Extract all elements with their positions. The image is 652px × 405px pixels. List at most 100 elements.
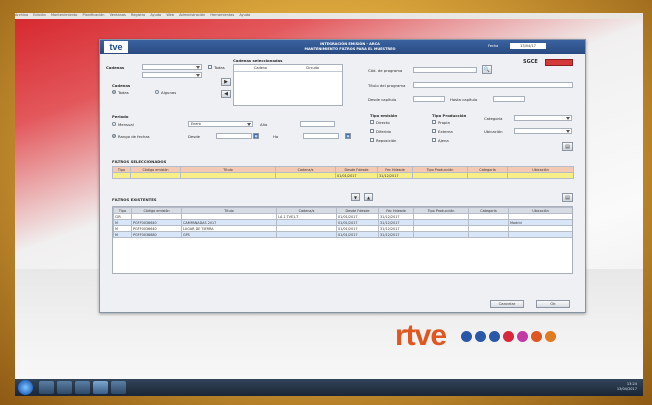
radio-todas-label: Todas <box>118 90 129 95</box>
hasta-capitulo-input[interactable] <box>493 96 525 102</box>
channel-24h-icon <box>489 331 500 342</box>
menu-item[interactable]: Mantenimiento <box>51 13 77 17</box>
table-cell <box>467 172 508 179</box>
directo-checkbox[interactable] <box>370 120 374 124</box>
cadenas-select-2[interactable] <box>142 72 202 78</box>
table-cell <box>112 172 131 179</box>
table-cell <box>130 172 181 179</box>
explorer-taskbar-icon[interactable] <box>57 381 72 394</box>
hasta-date-input[interactable] <box>303 133 339 139</box>
cod-programa-input[interactable] <box>413 67 477 73</box>
clan-icon <box>517 331 528 342</box>
cadenas-seleccionadas-list[interactable]: Cadena Circuito <box>233 64 343 106</box>
sgce-status-badge <box>545 59 573 66</box>
radio-algunas-label: Algunas <box>161 90 177 95</box>
table-cell <box>468 231 509 238</box>
desde-label: Desde <box>188 134 200 139</box>
categoria-select[interactable] <box>514 115 572 121</box>
reposicion-checkbox[interactable] <box>370 138 374 142</box>
titulo-programa-input[interactable] <box>413 82 573 88</box>
menu-item[interactable]: Ayuda <box>150 13 161 17</box>
add-cadena-button[interactable]: ▶ <box>221 78 231 86</box>
start-button[interactable] <box>18 380 33 395</box>
cadena-column-header: Cadena <box>254 66 267 70</box>
todas-radio[interactable] <box>112 90 116 94</box>
propia-label: Propia <box>438 120 450 125</box>
menu-item[interactable]: Herramientas <box>210 13 234 17</box>
remove-cadena-button[interactable]: ◀ <box>221 90 231 98</box>
ajena-checkbox[interactable] <box>432 138 436 142</box>
cadenas-select-1[interactable] <box>142 64 202 70</box>
hasta-label: Ha <box>273 134 279 139</box>
desde-capitulo-input[interactable] <box>413 96 445 102</box>
todas-checkbox[interactable] <box>208 65 212 69</box>
externa-checkbox[interactable] <box>432 129 436 133</box>
table-cell: 01/01/2017 <box>335 172 378 179</box>
media-taskbar-icon[interactable] <box>75 381 90 394</box>
table-cell <box>508 231 572 238</box>
diferido-checkbox[interactable] <box>370 129 374 133</box>
hasta-calendar-icon[interactable]: ▦ <box>345 133 351 139</box>
channel-2-icon <box>475 331 486 342</box>
list-divider <box>234 71 342 72</box>
desde-calendar-icon[interactable]: ▦ <box>253 133 259 139</box>
table-cell <box>180 172 276 179</box>
tve-logo: tve <box>104 41 128 53</box>
app-window: tve INTEGRACIÓN EMISIÓN - ARCA MANTENIMI… <box>99 39 586 313</box>
menu-item[interactable]: Ayuda <box>239 13 250 17</box>
move-down-icon[interactable]: ▼ <box>351 193 360 201</box>
menu-item[interactable]: Administración <box>179 13 205 17</box>
cadenas2-label: Cadenas <box>112 83 131 88</box>
app-taskbar-icon[interactable] <box>93 381 108 394</box>
ano-input[interactable] <box>300 121 335 127</box>
titulo-programa-label: Título del programa <box>368 83 406 88</box>
desde-date-input[interactable] <box>216 133 252 139</box>
mensual-radio[interactable] <box>112 122 116 126</box>
table-cell: M <box>113 231 132 238</box>
algunas-radio[interactable] <box>155 90 159 94</box>
screen: Archivo Edición Mantenimiento Planificac… <box>15 13 643 396</box>
menu-item[interactable]: Archivo <box>15 13 28 17</box>
cadenas-seleccionadas-label: Cadenas seleccionadas <box>233 58 283 63</box>
cadenas-label: Cadenas <box>106 65 125 70</box>
window-taskbar-icon[interactable] <box>111 381 126 394</box>
delete-filter-icon[interactable]: ▤ <box>562 193 573 202</box>
teledeporte-icon <box>503 331 514 342</box>
cancel-button[interactable]: Cancelar <box>490 300 524 308</box>
mes-select[interactable]: Enero <box>188 121 253 127</box>
app-header: tve INTEGRACIÓN EMISIÓN - ARCA MANTENIMI… <box>100 40 585 54</box>
menu-item[interactable]: Planificación <box>83 13 105 17</box>
save-filter-icon[interactable]: ▤ <box>562 142 573 151</box>
table-cell: 31/12/2017 <box>378 231 414 238</box>
channel-1-icon <box>461 331 472 342</box>
menu-item[interactable]: Web <box>166 13 174 17</box>
menu-item[interactable]: Edición <box>33 13 46 17</box>
search-icon[interactable]: 🔍 <box>482 65 492 74</box>
app-title-line2: MANTENIMIENTO FILTROS PARA EL MUESTREO <box>304 47 396 51</box>
desde-capitulo-label: Desde capítulo <box>368 97 397 102</box>
date-field: 13/04/17 <box>510 43 546 49</box>
propia-checkbox[interactable] <box>432 120 436 124</box>
table-cell: 01/01/2017 <box>336 231 379 238</box>
menu-item[interactable]: Registro <box>131 13 145 17</box>
menu-item[interactable]: Ventanas <box>110 13 126 17</box>
radio-rango-label: Rango de fechas <box>118 134 150 139</box>
table-row[interactable]: M PGFF0036880 GPS 01/01/2017 31/12/2017 <box>113 231 572 238</box>
ie-taskbar-icon[interactable] <box>39 381 54 394</box>
table-row[interactable]: 01/01/2017 31/12/2017 <box>112 172 574 179</box>
radio-mensual-label: Mensual <box>118 122 134 127</box>
move-up-icon[interactable]: ▲ <box>364 193 373 201</box>
system-clock[interactable]: 13:24 13/04/2017 <box>617 382 637 392</box>
rango-fechas-radio[interactable] <box>112 134 116 138</box>
app-title: INTEGRACIÓN EMISIÓN - ARCA MANTENIMIENTO… <box>270 42 430 52</box>
ok-button[interactable]: Ok <box>536 300 570 308</box>
table-cell <box>276 231 337 238</box>
rtve-logo: rtve <box>395 319 447 352</box>
clock-date: 13/04/2017 <box>616 387 637 391</box>
radio-icon <box>545 331 556 342</box>
existing-filters-table: Tipo Código emisión Título Cadena/s Desd… <box>113 207 572 238</box>
tipo-produccion-label: Tipo Producción <box>432 113 467 118</box>
sgce-label: SGCE <box>523 59 538 65</box>
ubicacion-label: Ubicación <box>484 129 503 134</box>
ubicacion-select[interactable] <box>514 128 572 134</box>
